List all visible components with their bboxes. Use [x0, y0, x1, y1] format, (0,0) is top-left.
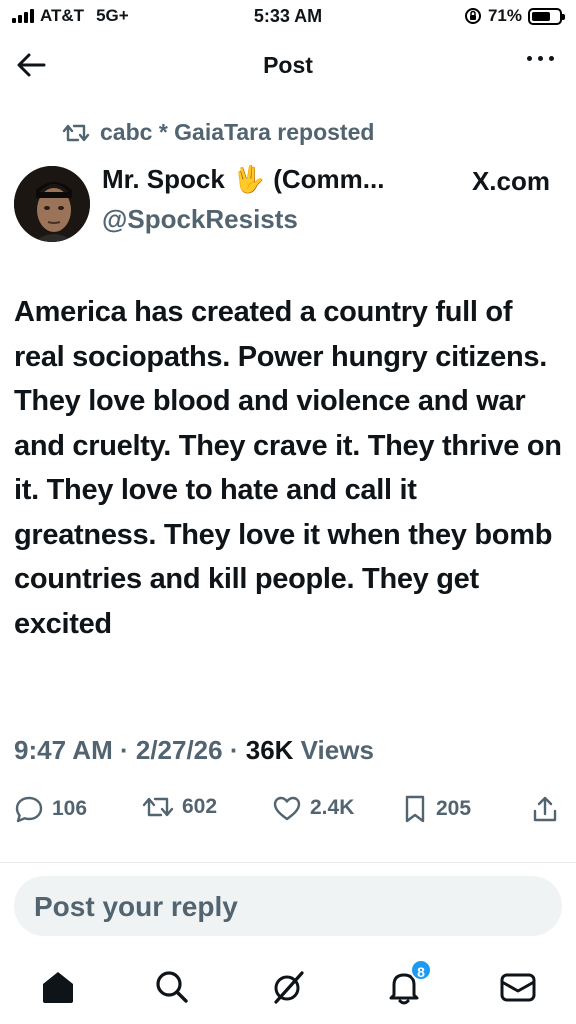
page-title: Post [263, 52, 313, 78]
reply-button[interactable]: 106 [14, 794, 87, 824]
top-header: Post [0, 40, 576, 90]
avatar-image [14, 166, 90, 242]
bookmark-count: 205 [436, 797, 472, 820]
repost-icon [62, 124, 90, 141]
reply-icon [15, 796, 43, 823]
post-time: 9:47 AM [14, 735, 113, 765]
vulcan-salute-emoji: 🖖 [232, 164, 266, 194]
more-horizontal-icon [527, 56, 532, 61]
orientation-lock-icon [464, 8, 481, 24]
battery-icon [528, 7, 565, 25]
author-avatar[interactable] [14, 166, 90, 242]
reply-placeholder: Post your reply [34, 891, 238, 922]
source-label: X.com [472, 166, 550, 197]
like-button[interactable]: 2.4K [272, 794, 354, 822]
source-text: X.com [471, 166, 550, 196]
status-bar-right: 71% [464, 6, 565, 26]
nav-messages[interactable] [498, 967, 538, 1007]
bookmark-button[interactable]: 205 [402, 794, 471, 824]
author-name: Mr. Spock [102, 164, 225, 194]
reply-count: 106 [52, 797, 88, 820]
share-button[interactable] [530, 794, 560, 824]
author-name-row[interactable]: Mr. Spock 🖖 (Comm... [102, 164, 384, 195]
views-label: Views [300, 735, 374, 765]
repost-label: cabc * GaiaTara reposted [100, 119, 375, 145]
notifications-badge: 8 [410, 959, 432, 981]
home-icon [43, 972, 73, 1003]
nav-home[interactable] [38, 967, 78, 1007]
nav-grok[interactable] [268, 967, 308, 1007]
bookmark-icon [405, 795, 425, 823]
share-icon [533, 796, 557, 822]
nav-notifications[interactable]: 8 [384, 959, 432, 1007]
repost-button[interactable]: 602 [142, 794, 217, 820]
post-meta: 9:47 AM · 2/27/26 · 36K Views [14, 735, 374, 765]
grok-icon [274, 971, 304, 1004]
action-bar: 106 602 2.4K 205 [14, 794, 562, 834]
repost-indicator[interactable]: cabc * GaiaTara reposted [62, 119, 374, 146]
post-text: America has created a country full of re… [14, 296, 562, 640]
more-options-button[interactable] [527, 56, 554, 61]
search-icon [156, 971, 188, 1003]
status-bar: AT&T 5G+ 5:33 AM 71% [0, 0, 576, 34]
author-name-suffix: (Comm... [273, 164, 385, 194]
divider [0, 862, 576, 863]
like-count: 2.4K [310, 796, 355, 819]
views-count: 36K [245, 735, 294, 765]
repost-icon [142, 797, 174, 817]
mail-icon [500, 973, 536, 1002]
nav-search[interactable] [152, 967, 192, 1007]
bottom-nav: 8 [0, 955, 576, 1024]
post-date: 2/27/26 [135, 735, 223, 765]
reply-input[interactable]: Post your reply [14, 876, 562, 936]
author-handle[interactable]: @SpockResists [102, 204, 298, 235]
battery-percent: 71% [487, 6, 522, 25]
repost-count: 602 [182, 795, 218, 818]
heart-icon [273, 796, 301, 821]
